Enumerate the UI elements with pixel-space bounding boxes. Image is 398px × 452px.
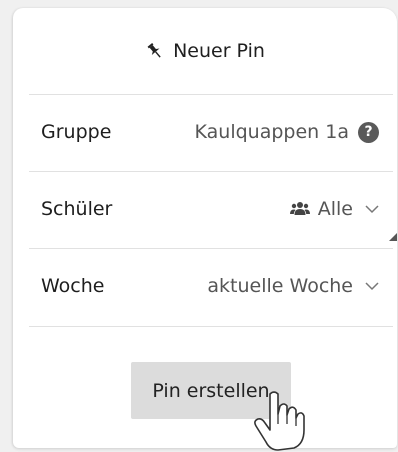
new-pin-dialog: Neuer Pin Gruppe Kaulquappen 1a ? Schüle… bbox=[13, 8, 397, 448]
dialog-title: Neuer Pin bbox=[173, 40, 265, 62]
chevron-down-icon bbox=[365, 282, 379, 291]
group-value-text: Kaulquappen 1a bbox=[194, 121, 349, 143]
students-value: Alle bbox=[317, 198, 353, 220]
group-label: Gruppe bbox=[41, 121, 112, 143]
pushpin-icon bbox=[147, 42, 161, 58]
week-row[interactable]: Woche aktuelle Woche bbox=[29, 248, 379, 324]
group-row: Gruppe Kaulquappen 1a ? bbox=[29, 94, 379, 170]
users-icon bbox=[289, 202, 310, 215]
hand-pointer-cursor-icon bbox=[254, 391, 305, 451]
students-row[interactable]: Schüler Alle bbox=[29, 171, 379, 247]
resize-corner-icon bbox=[389, 233, 397, 241]
week-select[interactable]: aktuelle Woche bbox=[207, 275, 379, 297]
help-icon[interactable]: ? bbox=[358, 121, 379, 143]
divider bbox=[29, 326, 393, 327]
students-select[interactable]: Alle bbox=[289, 198, 379, 220]
week-label: Woche bbox=[41, 275, 105, 297]
group-value: Kaulquappen 1a ? bbox=[195, 121, 379, 143]
students-label: Schüler bbox=[41, 198, 113, 220]
dialog-header: Neuer Pin bbox=[13, 8, 397, 94]
chevron-down-icon bbox=[365, 205, 379, 214]
week-value: aktuelle Woche bbox=[207, 275, 353, 297]
